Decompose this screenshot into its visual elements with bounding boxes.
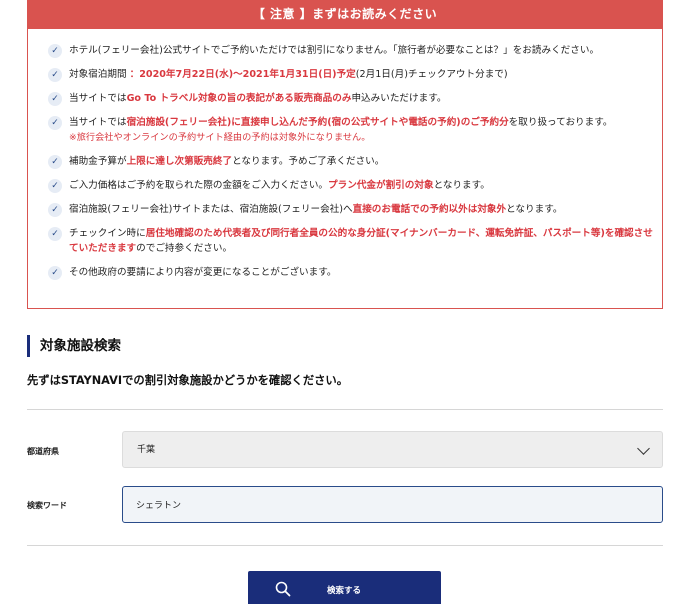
notice-item-text: 宿泊施設(フェリー会社)サイトまたは、宿泊施設(フェリー会社)へ直接のお電話での… [69,202,562,217]
chevron-down-icon [637,442,650,455]
notice-item: ✓ その他政府の要請により内容が変更になることがございます。 [48,265,662,280]
notice-highlight: 上限に達し次第販売終了 [126,156,233,167]
search-button-label: 検索する [327,586,362,596]
notice-header: 【 注意 】まずはお読みください [28,0,662,29]
notice-item: ✓ 宿泊施設(フェリー会社)サイトまたは、宿泊施設(フェリー会社)へ直接のお電話で… [48,202,662,217]
search-button[interactable]: 検索する [248,571,441,604]
divider [27,409,663,410]
notice-text: を取り扱っております。 [508,117,613,128]
check-icon: ✓ [48,179,62,193]
notice-item: ✓ ホテル(フェリー会社)公式サイトでご予約いただけでは割引になりません。「旅行者… [48,43,662,58]
notice-highlight: 宿泊施設(フェリー会社)に直接申し込んだ予約(宿の公式サイトや電話の予約)のご予… [126,117,509,128]
notice-item: ✓ ご入力価格はご予約を取られた際の金額をご入力ください。プラン代金が割引の対象と… [48,178,662,193]
check-icon: ✓ [48,68,62,82]
notice-item-text: 当サイトでは宿泊施設(フェリー会社)に直接申し込んだ予約(宿の公式サイトや電話の… [69,115,612,145]
check-icon: ✓ [48,116,62,130]
prefecture-label: 都道府県 [27,447,59,456]
check-icon: ✓ [48,44,62,58]
notice-text: 申込みいただけます。 [351,93,447,104]
notice-item: ✓ チェックイン時に居住地確認のため代表者及び同行者全員の公的な身分証(マイナンバ… [48,226,662,256]
check-icon: ✓ [48,266,62,280]
notice-item: ✓ 当サイトでは宿泊施設(フェリー会社)に直接申し込んだ予約(宿の公式サイトや電話… [48,115,662,145]
check-icon: ✓ [48,227,62,241]
notice-text: その他政府の要請により内容が変更になることがございます。 [69,267,337,278]
notice-text: チェックイン時に [69,228,146,239]
notice-item: ✓ 補助金予算が上限に達し次第販売終了となります。予めご了承ください。 [48,154,662,169]
notice-highlight: プラン代金が割引の対象 [328,180,434,191]
notice-text: となります。予めご了承ください。 [232,156,385,167]
notice-highlight: Go To トラベル対象の旨の表記がある販売商品のみ [126,93,352,104]
check-icon: ✓ [48,92,62,106]
notice-list: ✓ ホテル(フェリー会社)公式サイトでご予約いただけでは割引になりません。「旅行者… [28,29,662,280]
notice-text: 補助金予算が [69,156,127,167]
keyword-input[interactable] [122,486,663,523]
notice-item-text: その他政府の要請により内容が変更になることがございます。 [69,265,336,280]
notice-text: のでご持参ください。 [136,243,233,254]
prefecture-selected-value: 千葉 [137,445,156,455]
notice-item-text: 補助金予算が上限に達し次第販売終了となります。予めご了承ください。 [69,154,384,169]
notice-item-text: 対象宿泊期間 ：2020年7月22日(水)～2021年1月31日(日)予定(2月… [69,67,508,82]
notice-item-text: チェックイン時に居住地確認のため代表者及び同行者全員の公的な身分証(マイナンバー… [69,226,662,256]
notice-text: ホテル(フェリー会社)公式サイトでご予約いただけでは割引になりません。「旅行者が… [69,45,600,56]
notice-text: 対象宿泊期間 [69,69,130,80]
notice-item: ✓ 当サイトではGo To トラベル対象の旨の表記がある販売商品のみ申込みいただけ… [48,91,662,106]
notice-box: 【 注意 】まずはお読みください ✓ ホテル(フェリー会社)公式サイトでご予約いた… [27,0,663,309]
notice-item: ✓ 対象宿泊期間 ：2020年7月22日(水)～2021年1月31日(日)予定(2… [48,67,662,82]
check-icon: ✓ [48,203,62,217]
search-icon [275,581,291,597]
notice-item-text: 当サイトではGo To トラベル対象の旨の表記がある販売商品のみ申込みいただけま… [69,91,446,106]
notice-item-text: ホテル(フェリー会社)公式サイトでご予約いただけでは割引になりません。「旅行者が… [69,43,599,58]
check-icon: ✓ [48,155,62,169]
notice-text: となります。 [433,180,490,191]
notice-text: 当サイトでは [69,117,127,128]
search-section-title: 対象施設検索 [27,335,121,357]
divider [27,545,663,546]
notice-text: ご入力価格はご予約を取られた際の金額をご入力ください。 [69,180,329,191]
prefecture-select[interactable]: 千葉 [122,431,663,468]
notice-text: となります。 [506,204,563,215]
notice-text: 当サイトでは [69,93,127,104]
search-lead-text: 先ずはSTAYNAVIでの割引対象施設かどうかを確認ください。 [27,374,349,387]
keyword-label: 検索ワード [27,501,67,510]
notice-item-text: ご入力価格はご予約を取られた際の金額をご入力ください。プラン代金が割引の対象とな… [69,178,490,193]
notice-text: 宿泊施設(フェリー会社)サイトまたは、宿泊施設(フェリー会社)へ [69,204,353,215]
notice-highlight: 直接のお電話での予約以外は対象外 [352,204,507,215]
notice-note: ※旅行会社やオンラインの予約サイト経由の予約は対象外になりません。 [69,132,371,143]
notice-text: (2月1日(月)チェックアウト分まで) [355,69,508,80]
notice-highlight: ：2020年7月22日(水)～2021年1月31日(日)予定 [129,69,356,80]
